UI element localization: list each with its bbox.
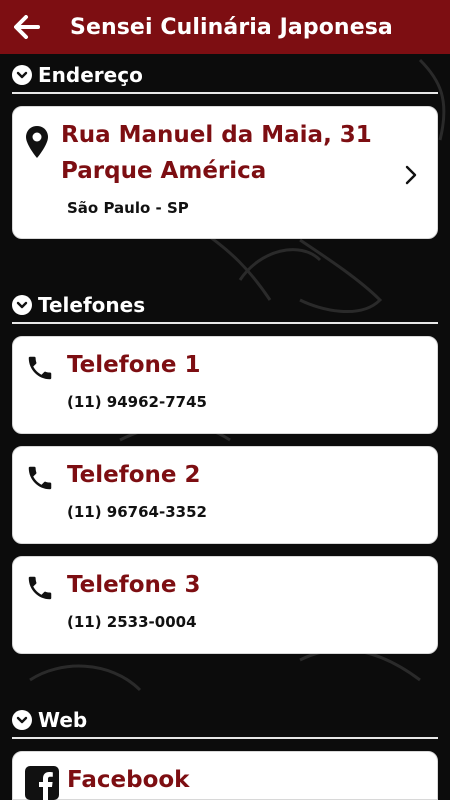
section-title-web: Web (38, 708, 88, 732)
map-pin-icon (25, 125, 49, 163)
phone-number: (11) 94962-7745 (67, 393, 207, 411)
phone-icon (25, 463, 55, 497)
chevron-down-icon (12, 710, 32, 730)
facebook-card[interactable]: Facebook (12, 751, 438, 800)
address-line2: Parque América (61, 158, 267, 184)
address-line1: Rua Manuel da Maia, 31 (61, 122, 372, 148)
phone-number: (11) 2533-0004 (67, 613, 197, 631)
app-bar: Sensei Culinária Japonesa (0, 0, 450, 54)
phone-icon (25, 353, 55, 387)
phone-card-1[interactable]: Telefone 1 (11) 94962-7745 (12, 336, 438, 434)
address-card[interactable]: Rua Manuel da Maia, 31 Parque América Sã… (12, 106, 438, 239)
chevron-down-icon (12, 65, 32, 85)
page-title: Sensei Culinária Japonesa (70, 14, 393, 40)
chevron-right-icon (405, 165, 417, 189)
address-city: São Paulo - SP (67, 199, 189, 217)
arrow-left-icon (14, 15, 40, 39)
phone-card-3[interactable]: Telefone 3 (11) 2533-0004 (12, 556, 438, 654)
phone-card-2[interactable]: Telefone 2 (11) 96764-3352 (12, 446, 438, 544)
section-title-phones: Telefones (38, 293, 146, 317)
phone-label: Telefone 2 (67, 462, 201, 488)
phone-label: Telefone 1 (67, 352, 201, 378)
phone-icon (25, 573, 55, 607)
facebook-icon (25, 766, 59, 800)
chevron-down-icon (12, 295, 32, 315)
phone-label: Telefone 3 (67, 572, 201, 598)
section-title-address: Endereço (38, 63, 143, 87)
section-header-address[interactable]: Endereço (12, 58, 438, 94)
facebook-label: Facebook (67, 767, 190, 793)
section-header-phones[interactable]: Telefones (12, 288, 438, 324)
back-button[interactable] (0, 0, 54, 54)
section-header-web[interactable]: Web (12, 703, 438, 739)
phone-number: (11) 96764-3352 (67, 503, 207, 521)
